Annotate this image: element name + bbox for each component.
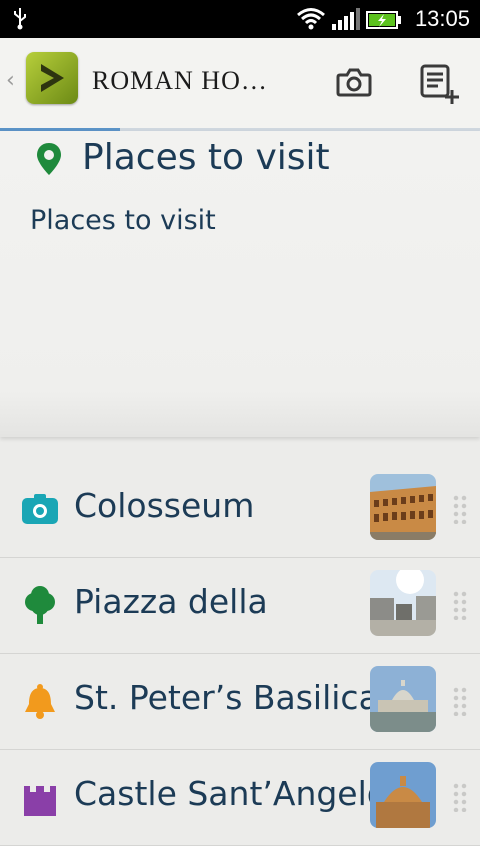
st-peters-thumbnail[interactable]	[370, 666, 436, 732]
section-description[interactable]: Places to visit	[30, 205, 216, 236]
section-header: Places to visit Places to visit	[0, 131, 480, 437]
list-item-label: Colosseum	[74, 486, 255, 525]
clock: 13:05	[414, 6, 470, 31]
signal-strength-icon	[332, 8, 360, 30]
drag-handle-icon[interactable]	[452, 590, 468, 620]
app-logo[interactable]	[26, 52, 78, 104]
drag-handle-icon[interactable]	[452, 686, 468, 716]
notebook-title[interactable]: ROMAN HO…	[92, 66, 268, 96]
status-bar: 13:05	[0, 0, 480, 38]
chevron-right-icon	[41, 64, 64, 92]
wifi-icon	[297, 8, 325, 30]
castle-thumbnail[interactable]	[370, 762, 436, 828]
list-item-label: St. Peter’s Basilica	[74, 678, 379, 717]
drag-handle-icon[interactable]	[452, 782, 468, 812]
list-item[interactable]: Castle Sant’Angelo	[0, 750, 480, 846]
castle-icon	[24, 786, 56, 816]
camera-icon	[22, 494, 58, 524]
section-title[interactable]: Places to visit	[82, 137, 330, 178]
app-bar: ‹ ROMAN HO…	[0, 38, 480, 129]
drag-handle-icon[interactable]	[452, 494, 468, 524]
usb-icon	[14, 8, 26, 30]
battery-charging-icon	[366, 11, 401, 29]
piazza-thumbnail[interactable]	[370, 570, 436, 636]
add-note-icon[interactable]	[418, 62, 462, 106]
back-chevron-icon[interactable]: ‹	[6, 68, 15, 93]
colosseum-thumbnail[interactable]	[370, 474, 436, 540]
location-pin-icon	[37, 143, 61, 175]
camera-icon[interactable]	[334, 62, 374, 102]
list-item[interactable]: St. Peter’s Basilica	[0, 654, 480, 750]
list-item[interactable]: Colosseum	[0, 462, 480, 558]
tree-icon	[25, 586, 55, 624]
bell-icon	[25, 684, 55, 719]
list-item-label: Castle Sant’Angelo	[74, 774, 387, 813]
list-item[interactable]: Piazza della	[0, 558, 480, 654]
list-item-label: Piazza della	[74, 582, 268, 621]
places-list: Colosseum Piazza della St. Peter’s Basil…	[0, 462, 480, 846]
